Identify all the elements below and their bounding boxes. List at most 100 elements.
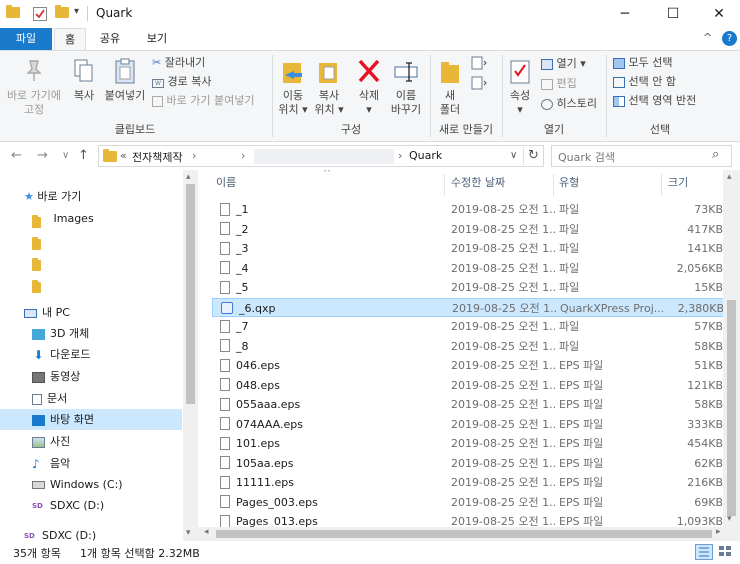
forward-button[interactable]: → [37, 148, 48, 163]
details-view-button[interactable] [695, 544, 713, 560]
nav-this-pc[interactable]: 내 PC [0, 302, 182, 323]
list-horizontal-scrollbar[interactable]: ◂ ▸ [198, 527, 740, 541]
nav-3d-objects[interactable]: 3D 개체 [0, 323, 182, 344]
search-input[interactable]: Quark 검색 [558, 149, 615, 165]
new-folder-button[interactable]: 새 폴더 [436, 57, 464, 117]
address-box[interactable]: « 전자책제작 › › › Quark ∨ ↻ [98, 145, 544, 167]
maximize-button[interactable]: ☐ [650, 0, 696, 28]
open-button[interactable]: 열기 ▾ [541, 57, 586, 71]
file-row[interactable]: _8 2019-08-25 오전 1... 파일 58KB [212, 337, 725, 357]
paste-shortcut-button[interactable]: 바로 가기 붙여넣기 [152, 94, 254, 108]
nav-sdxc-d[interactable]: SD SDXC (D:) [0, 495, 182, 516]
column-header-modified[interactable]: 수정한 날짜 [451, 170, 551, 196]
column-header-size[interactable]: 크기 [668, 170, 718, 196]
nav-desktop[interactable]: 바탕 화면 [0, 409, 182, 430]
file-row[interactable]: 074AAA.eps 2019-08-25 오전 1... EPS 파일 333KB [212, 415, 725, 435]
file-row[interactable]: _3 2019-08-25 오전 1... 파일 141KB [212, 239, 725, 259]
recent-locations-button[interactable]: ∨ [62, 150, 69, 161]
file-row[interactable]: _5 2019-08-25 오전 1... 파일 15KB [212, 278, 725, 298]
search-box[interactable]: Quark 검색 ⌕ [551, 145, 732, 167]
search-icon[interactable]: ⌕ [712, 147, 719, 162]
nav-music[interactable]: ♪ 음악 [0, 453, 182, 474]
file-row[interactable]: _2 2019-08-25 오전 1... 파일 417KB [212, 220, 725, 240]
refresh-button[interactable]: ↻ [528, 148, 539, 163]
nav-documents[interactable]: 문서 [0, 388, 182, 409]
column-separator[interactable] [553, 174, 554, 196]
up-button[interactable]: ↑ [78, 148, 89, 163]
file-row[interactable]: 11111.eps 2019-08-25 오전 1... EPS 파일 216KB [212, 473, 725, 493]
select-all-button[interactable]: 모두 선택 [613, 56, 672, 70]
copy-path-button[interactable]: W 경로 복사 [152, 75, 211, 89]
nav-scroll-thumb[interactable] [186, 184, 195, 404]
file-icon [220, 475, 230, 489]
minimize-button[interactable]: ─ [602, 0, 648, 28]
large-icons-view-button[interactable] [717, 544, 735, 560]
column-separator[interactable] [444, 174, 445, 196]
list-hscroll-thumb[interactable] [216, 530, 712, 538]
new-item-button[interactable] [470, 55, 488, 71]
nav-quick-access[interactable]: ★ 바로 가기 [0, 186, 182, 207]
nav-images[interactable]: Images [0, 208, 182, 229]
scroll-up-button[interactable]: ▴ [186, 172, 191, 182]
address-dropdown-button[interactable]: ∨ [510, 150, 517, 161]
file-row[interactable]: _6.qxp 2019-08-25 오전 1... QuarkXPress Proj… [212, 297, 725, 317]
breadcrumb-item[interactable]: 전자책제작 [132, 149, 183, 165]
nav-scrollbar[interactable]: ▴ ▾ [183, 170, 198, 541]
back-button[interactable]: ← [11, 148, 22, 163]
move-label-2: 위치 ▾ [278, 103, 308, 116]
select-none-button[interactable]: 선택 안 함 [613, 75, 676, 89]
file-row[interactable]: 105aa.eps 2019-08-25 오전 1... EPS 파일 62KB [212, 454, 725, 474]
file-row[interactable]: Pages_003.eps 2019-08-25 오전 1... EPS 파일 69K… [212, 493, 725, 513]
new-folder-icon[interactable] [55, 5, 69, 21]
invert-selection-button[interactable]: 선택 영역 반전 [613, 94, 696, 108]
collapse-ribbon-button[interactable]: ^ [703, 31, 712, 44]
edit-button[interactable]: 편집 [541, 77, 577, 91]
pin-quick-access-button[interactable]: 바로 가기에 고정 [4, 57, 64, 117]
column-header-type[interactable]: 유형 [559, 170, 659, 196]
breadcrumb-current[interactable]: Quark [409, 149, 442, 162]
list-vertical-scrollbar[interactable]: ▴ ▾ [723, 170, 740, 527]
nav-folder-redacted[interactable] [0, 273, 182, 294]
list-scroll-thumb[interactable] [727, 300, 736, 516]
help-button[interactable]: ? [722, 31, 737, 46]
file-row[interactable]: _1 2019-08-25 오전 1... 파일 73KB [212, 200, 725, 220]
file-row[interactable]: _7 2019-08-25 오전 1... 파일 57KB [212, 317, 725, 337]
tab-file[interactable]: 파일 [0, 28, 52, 50]
easy-access-button[interactable] [470, 75, 488, 91]
nav-folder-redacted[interactable] [0, 230, 182, 251]
file-row[interactable]: 048.eps 2019-08-25 오전 1... EPS 파일 121KB [212, 376, 725, 396]
nav-folder-redacted[interactable] [0, 251, 182, 272]
cut-button[interactable]: ✂ 잘라내기 [152, 56, 205, 70]
scroll-down-button[interactable]: ▾ [186, 528, 191, 538]
tab-home[interactable]: 홈 [54, 28, 86, 51]
tab-view[interactable]: 보기 [139, 28, 175, 50]
nav-videos[interactable]: 동영상 [0, 366, 182, 387]
nav-drive-c[interactable]: Windows (C:) [0, 474, 182, 495]
column-separator[interactable] [661, 174, 662, 196]
nav-sdxc-d-root[interactable]: SD SDXC (D:) [0, 525, 182, 541]
scroll-up-button[interactable]: ▴ [727, 172, 732, 182]
rename-button[interactable]: 이름 바꾸기 [386, 57, 426, 117]
checkbox-icon[interactable] [33, 7, 47, 21]
qa-dropdown-icon[interactable]: ▾ [74, 6, 79, 17]
scroll-right-button[interactable]: ▸ [716, 527, 721, 537]
file-row[interactable]: 055aaa.eps 2019-08-25 오전 1... EPS 파일 58KB [212, 395, 725, 415]
file-row[interactable]: 046.eps 2019-08-25 오전 1... EPS 파일 51KB [212, 356, 725, 376]
move-to-button[interactable]: 이동 위치 ▾ [274, 57, 312, 117]
delete-button[interactable]: 삭제 ▾ [352, 57, 386, 117]
breadcrumb-overflow[interactable]: « [120, 149, 127, 162]
copy-button[interactable]: 복사 [66, 57, 102, 103]
file-row[interactable]: _4 2019-08-25 오전 1... 파일 2,056KB [212, 259, 725, 279]
scroll-left-button[interactable]: ◂ [204, 527, 209, 537]
tab-share[interactable]: 공유 [92, 28, 128, 50]
scroll-down-button[interactable]: ▾ [727, 514, 732, 524]
nav-downloads[interactable]: ⬇ 다운로드 [0, 344, 182, 365]
file-row[interactable]: 101.eps 2019-08-25 오전 1... EPS 파일 454KB [212, 434, 725, 454]
column-header-name[interactable]: 이름 [216, 170, 442, 196]
copy-to-button[interactable]: 복사 위치 ▾ [310, 57, 348, 117]
history-button[interactable]: 히스토리 [541, 97, 597, 111]
nav-pictures[interactable]: 사진 [0, 431, 182, 452]
properties-button[interactable]: 속성 ▾ [504, 57, 536, 117]
paste-button[interactable]: 붙여넣기 [102, 57, 148, 103]
close-button[interactable]: ✕ [696, 0, 740, 28]
